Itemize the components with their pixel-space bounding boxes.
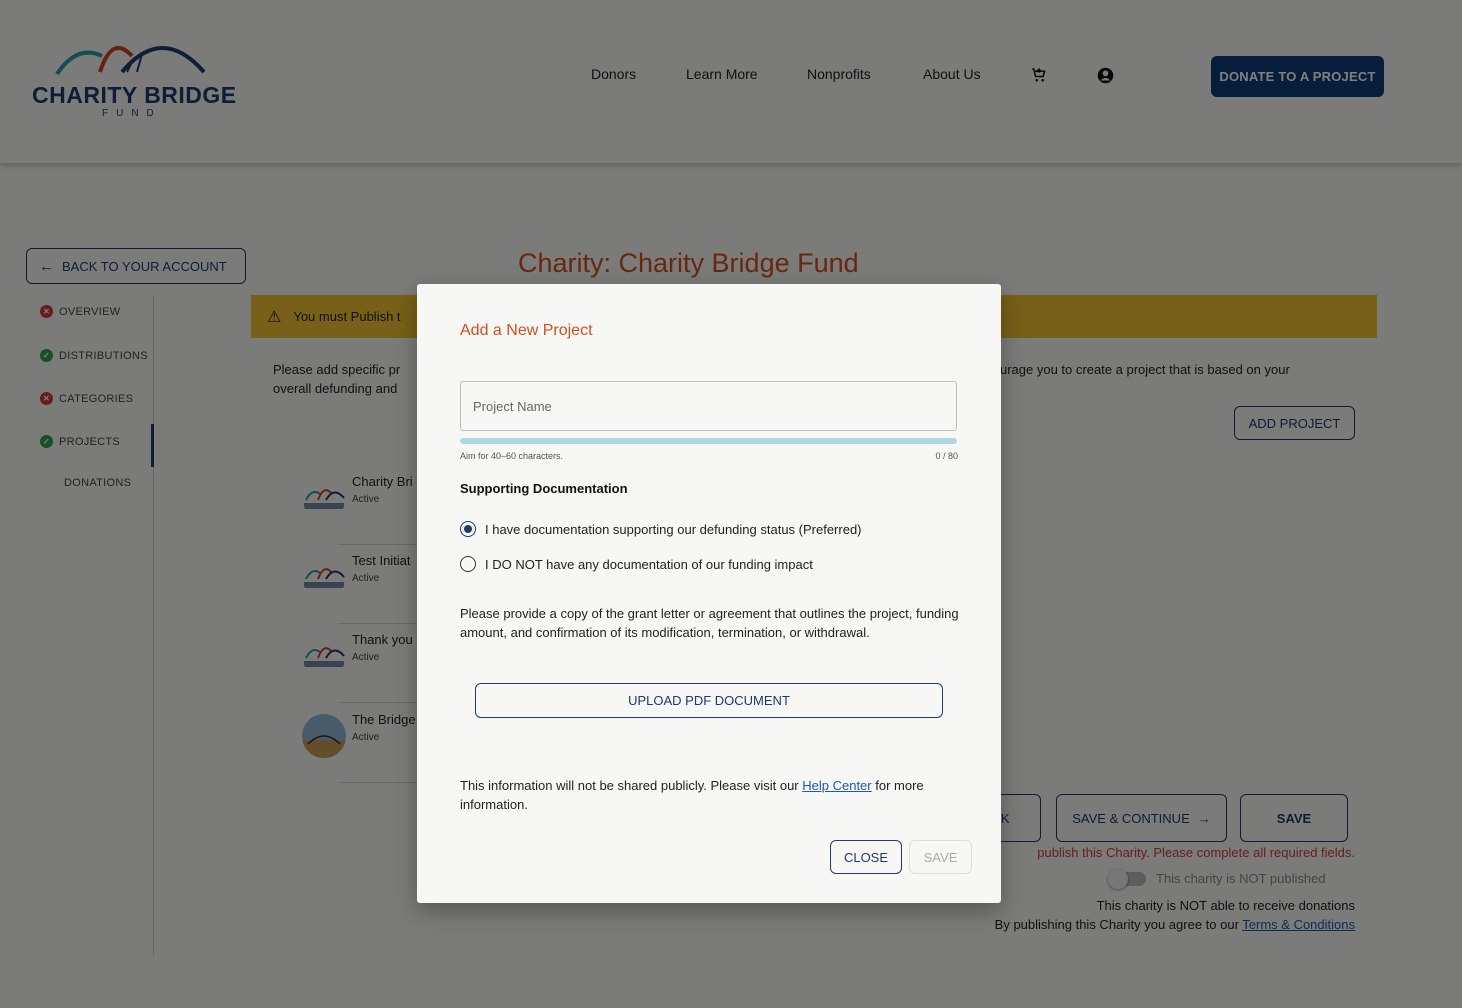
radio-no-documentation[interactable]: I DO NOT have any documentation of our f…: [460, 556, 813, 572]
character-hint: Aim for 40–60 characters.: [460, 451, 564, 461]
upload-pdf-button[interactable]: UPLOAD PDF DOCUMENT: [475, 683, 943, 718]
add-project-modal: Add a New Project Aim for 40–60 characte…: [417, 284, 1001, 903]
modal-save-button[interactable]: SAVE: [909, 840, 972, 874]
documentation-description: Please provide a copy of the grant lette…: [460, 606, 959, 640]
character-counter: 0 / 80: [935, 451, 958, 461]
supporting-documentation-label: Supporting Documentation: [460, 481, 628, 496]
modal-title: Add a New Project: [460, 322, 593, 339]
radio-selected-icon[interactable]: [460, 521, 476, 537]
close-button[interactable]: CLOSE: [830, 840, 902, 874]
radio-has-documentation[interactable]: I have documentation supporting our defu…: [460, 521, 862, 537]
character-count-bar: [460, 438, 957, 444]
radio-label: I DO NOT have any documentation of our f…: [485, 556, 813, 572]
radio-unselected-icon[interactable]: [460, 556, 476, 572]
project-name-input[interactable]: [460, 381, 957, 431]
privacy-prefix: This information will not be shared publ…: [460, 778, 803, 793]
privacy-notice: This information will not be shared publ…: [460, 776, 960, 814]
radio-label: I have documentation supporting our defu…: [485, 521, 862, 537]
help-center-link[interactable]: Help Center: [802, 778, 871, 793]
